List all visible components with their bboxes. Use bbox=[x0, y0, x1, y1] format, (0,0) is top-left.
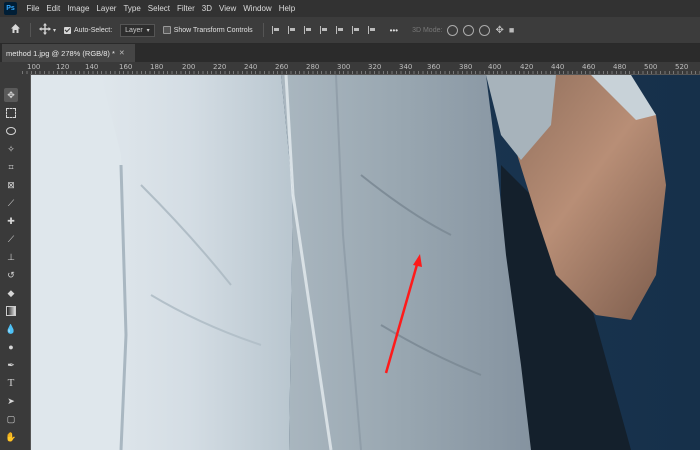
ruler-tick-label: 240 bbox=[244, 63, 258, 71]
clone-stamp-tool-icon[interactable]: ⊥ bbox=[4, 250, 18, 264]
ruler-tick-label: 260 bbox=[275, 63, 289, 71]
document-tab[interactable]: method 1.jpg @ 278% (RGB/8) * ✕ bbox=[2, 44, 135, 62]
3d-slide-icon[interactable]: ✥ bbox=[495, 25, 503, 36]
menu-layer[interactable]: Layer bbox=[93, 4, 120, 13]
pen-tool-icon[interactable]: ✒ bbox=[4, 358, 18, 372]
menu-edit[interactable]: Edit bbox=[43, 4, 64, 13]
chevron-down-icon[interactable]: ▾ bbox=[53, 27, 56, 34]
move-tool-icon[interactable] bbox=[39, 22, 51, 38]
menu-filter[interactable]: Filter bbox=[174, 4, 199, 13]
ruler-tick-label: 200 bbox=[182, 63, 196, 71]
eraser-tool-icon[interactable]: ◆ bbox=[4, 286, 18, 300]
menu-file[interactable]: File bbox=[23, 4, 43, 13]
menu-window[interactable]: Window bbox=[240, 4, 275, 13]
menu-type[interactable]: Type bbox=[120, 4, 144, 13]
hand-tool-icon[interactable]: ✋ bbox=[4, 430, 18, 444]
ruler-tick-label: 300 bbox=[337, 63, 351, 71]
home-icon[interactable] bbox=[10, 23, 21, 37]
ruler-tick-label: 440 bbox=[551, 63, 565, 71]
align-buttons bbox=[271, 26, 376, 34]
ruler-tick-label: 140 bbox=[85, 63, 99, 71]
align-center-icon[interactable] bbox=[287, 26, 296, 34]
type-tool-icon[interactable]: T bbox=[4, 376, 18, 390]
tools-panel: ✥ ✧ ⌗ ⊠ ⟋ ✚ ⟋ ⊥ ↺ ◆ 💧 ● ✒ T ➤ ▢ ✋ bbox=[0, 62, 23, 450]
ruler-tick-label: 480 bbox=[613, 63, 627, 71]
align-right-icon[interactable] bbox=[303, 26, 312, 34]
ruler-tick-label: 160 bbox=[119, 63, 133, 71]
3d-camera-icon[interactable]: ■ bbox=[509, 25, 514, 35]
checkbox-checked-icon bbox=[64, 26, 72, 34]
marquee-tool-icon[interactable] bbox=[4, 106, 18, 120]
3d-drag-icon[interactable] bbox=[479, 24, 491, 36]
auto-select-checkbox[interactable]: Auto-Select: bbox=[64, 26, 113, 34]
eyedropper-tool-icon[interactable]: ⟋ bbox=[4, 196, 18, 210]
3d-orbit-icon[interactable] bbox=[447, 24, 459, 36]
history-brush-tool-icon[interactable]: ↺ bbox=[4, 268, 18, 282]
options-bar: ▾ Auto-Select: Layer ▾ Show Transform Co… bbox=[0, 17, 700, 44]
photo-image bbox=[31, 75, 700, 450]
crop-tool-icon[interactable]: ⌗ bbox=[4, 160, 18, 174]
vertical-ruler bbox=[22, 74, 31, 450]
rectangle-tool-icon[interactable]: ▢ bbox=[4, 412, 18, 426]
mode-3d-label: 3D Mode: bbox=[412, 26, 443, 34]
ruler-tick-label: 100 bbox=[27, 63, 41, 71]
ruler-tick-label: 520 bbox=[675, 63, 689, 71]
ruler-tick-label: 120 bbox=[56, 63, 70, 71]
chevron-down-icon: ▾ bbox=[146, 27, 150, 34]
ruler-tick-label: 360 bbox=[427, 63, 441, 71]
align-top-icon[interactable] bbox=[319, 26, 328, 34]
blur-tool-icon[interactable]: 💧 bbox=[4, 322, 18, 336]
ruler-tick-label: 340 bbox=[399, 63, 413, 71]
ruler-tick-label: 500 bbox=[644, 63, 658, 71]
close-icon[interactable]: ✕ bbox=[119, 49, 125, 57]
ruler-tick-label: 460 bbox=[582, 63, 596, 71]
ruler-tick-label: 380 bbox=[459, 63, 473, 71]
checkbox-unchecked-icon bbox=[162, 26, 171, 34]
ruler-tick-label: 420 bbox=[520, 63, 534, 71]
layer-dropdown[interactable]: Layer ▾ bbox=[120, 23, 155, 37]
dodge-tool-icon[interactable]: ● bbox=[4, 340, 18, 354]
document-canvas[interactable] bbox=[31, 75, 700, 450]
menu-bar: Ps File Edit Image Layer Type Select Fil… bbox=[0, 0, 700, 17]
auto-select-label: Auto-Select: bbox=[74, 26, 113, 34]
horizontal-ruler: 100 120 140 160 180 200 220 240 260 280 … bbox=[22, 62, 700, 75]
ruler-tick-label: 280 bbox=[306, 63, 320, 71]
photoshop-logo[interactable]: Ps bbox=[4, 2, 17, 15]
align-bottom-icon[interactable] bbox=[351, 26, 360, 34]
document-tab-title: method 1.jpg @ 278% (RGB/8) * bbox=[6, 48, 115, 58]
lasso-tool-icon[interactable] bbox=[4, 124, 18, 138]
menu-help[interactable]: Help bbox=[275, 4, 298, 13]
menu-view[interactable]: View bbox=[216, 4, 240, 13]
layer-dropdown-value: Layer bbox=[125, 26, 143, 34]
ruler-tick-label: 180 bbox=[150, 63, 164, 71]
ruler-tick-label: 320 bbox=[368, 63, 382, 71]
move-tool-icon[interactable]: ✥ bbox=[4, 88, 18, 102]
3d-roll-icon[interactable] bbox=[463, 24, 475, 36]
more-options-button[interactable]: ••• bbox=[390, 26, 398, 35]
divider bbox=[30, 23, 31, 37]
show-transform-checkbox[interactable]: Show Transform Controls bbox=[162, 26, 253, 34]
ruler-tick-label: 220 bbox=[213, 63, 227, 71]
align-middle-icon[interactable] bbox=[335, 26, 344, 34]
ruler-tick-label: 400 bbox=[488, 63, 502, 71]
divider bbox=[262, 23, 264, 37]
path-selection-tool-icon[interactable]: ➤ bbox=[4, 394, 18, 408]
align-left-icon[interactable] bbox=[271, 26, 280, 34]
menu-image[interactable]: Image bbox=[64, 4, 93, 13]
magic-wand-tool-icon[interactable]: ✧ bbox=[4, 142, 18, 156]
menu-select[interactable]: Select bbox=[144, 4, 173, 13]
frame-tool-icon[interactable]: ⊠ bbox=[4, 178, 18, 192]
document-tab-bar: method 1.jpg @ 278% (RGB/8) * ✕ bbox=[0, 44, 700, 63]
gradient-tool-icon[interactable] bbox=[4, 304, 18, 318]
show-transform-label: Show Transform Controls bbox=[173, 26, 253, 34]
distribute-icon[interactable] bbox=[367, 26, 376, 34]
brush-tool-icon[interactable]: ⟋ bbox=[4, 232, 18, 246]
healing-brush-tool-icon[interactable]: ✚ bbox=[4, 214, 18, 228]
menu-3d[interactable]: 3D bbox=[198, 4, 215, 13]
